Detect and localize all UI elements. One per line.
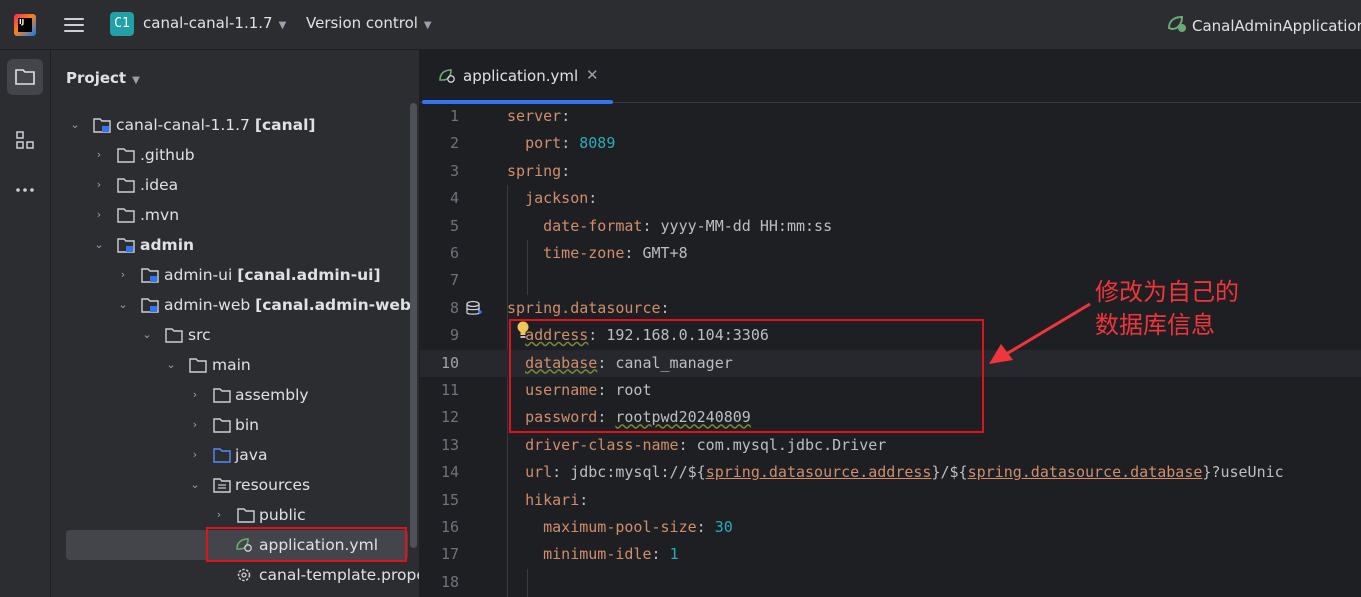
module-folder-icon [141,298,159,313]
tree-item-admin-ui[interactable]: › admin-ui [canal.admin-ui] [51,260,411,290]
tree-item-canal-root[interactable]: ⌄ canal-canal-1.1.7 [canal] [51,110,411,140]
collapsed-arrow-icon[interactable]: › [92,170,106,200]
folder-icon [165,328,183,343]
tree-item-canal-template[interactable]: canal-template.proper [51,560,419,590]
collapsed-arrow-icon[interactable]: › [116,260,130,290]
annotation-text: 修改为自己的 数据库信息 [1095,278,1239,339]
folder-icon [213,388,231,403]
tree-item-src[interactable]: ⌄ src [51,320,411,350]
resources-folder-icon [213,478,231,493]
code-line: 6 time-zone: GMT+8 [449,244,688,262]
tool-window-strip [0,50,51,597]
expanded-arrow-icon[interactable]: ⌄ [92,230,106,260]
code-line: 2 port: 8089 [449,134,616,153]
spring-yaml-icon [439,69,455,83]
tree-item-java[interactable]: › java [51,440,411,470]
code-line: 1 server: [449,107,571,125]
module-folder-icon [93,118,111,133]
tree-item-bin[interactable]: › bin [51,410,411,440]
collapsed-arrow-icon[interactable]: › [188,380,202,410]
collapsed-arrow-icon[interactable]: › [212,500,226,530]
properties-gear-icon [237,568,251,582]
more-tools-icon[interactable] [7,172,43,208]
folder-icon [237,508,255,523]
folder-icon [117,178,135,193]
expanded-arrow-icon[interactable]: ⌄ [164,350,178,380]
tree-item-mvn[interactable]: › .mvn [51,200,411,230]
collapsed-arrow-icon[interactable]: › [92,200,106,230]
chevron-down-icon: ▼ [132,75,140,86]
tree-item-admin[interactable]: ⌄ admin [51,230,411,260]
tree-item-idea[interactable]: › .idea [51,170,411,200]
project-folder-icon[interactable] [7,59,43,95]
chevron-down-icon: ▼ [423,20,432,31]
collapsed-arrow-icon[interactable]: › [188,410,202,440]
project-badge[interactable]: C1 [110,12,134,36]
tree-item-admin-web[interactable]: ⌄ admin-web [canal.admin-web] [51,290,418,320]
code-line: 3 spring: [449,161,571,180]
tree-item-public[interactable]: › public [51,500,411,530]
code-line: 4 jackson: [449,189,598,208]
expanded-arrow-icon[interactable]: ⌄ [140,320,154,350]
code-line: 16 maximum-pool-size: 30 [440,518,733,536]
project-panel: Project ▼ ⌄ canal-canal-1.1.7 [canal] › .… [51,50,420,597]
highlight-box-application-yml [206,527,407,562]
tree-item-main[interactable]: ⌄ main [51,350,411,380]
module-folder-icon [141,268,159,283]
project-selector[interactable]: canal-canal-1.1.7 ▼ [143,14,286,32]
folder-icon [189,358,207,373]
code-line: 18 [440,572,459,591]
code-line: 15 hikari: [440,490,589,509]
main-menu-icon[interactable] [64,15,84,35]
tab-application-yml[interactable]: application.yml ✕ [420,50,613,104]
code-line: 5 date-format: yyyy-MM-dd HH:mm:ss [449,216,833,235]
highlight-box-datasource [509,319,984,433]
title-bar: IJ C1 canal-canal-1.1.7 ▼ Version control… [0,0,1361,50]
close-icon[interactable]: ✕ [586,66,599,84]
module-folder-icon [117,238,135,253]
spring-boot-icon [1167,15,1186,32]
folder-icon [117,208,135,223]
structure-icon[interactable] [7,122,43,158]
editor-tab-bar: application.yml ✕ [420,50,1361,104]
folder-icon [117,148,135,163]
source-folder-icon [213,448,231,463]
intellij-logo-icon[interactable]: IJ [14,14,36,36]
code-line: 17 minimum-idle: 1 [440,545,679,564]
tree-item-assembly[interactable]: › assembly [51,380,411,410]
chevron-down-icon: ▼ [278,20,287,31]
project-panel-title[interactable]: Project ▼ [66,69,140,87]
tree-item-github[interactable]: › .github [51,140,411,170]
collapsed-arrow-icon[interactable]: › [188,440,202,470]
tree-item-resources[interactable]: ⌄ resources [51,470,411,500]
annotation-arrow [989,302,1091,364]
code-line: 13 driver-class-name: com.mysql.jdbc.Dri… [440,435,887,454]
version-control-menu[interactable]: Version control ▼ [306,14,432,32]
project-scrollbar[interactable] [410,103,417,548]
collapsed-arrow-icon[interactable]: › [92,140,106,170]
expanded-arrow-icon[interactable]: ⌄ [116,290,130,320]
folder-icon [213,418,231,433]
expanded-arrow-icon[interactable]: ⌄ [188,470,202,500]
run-configuration-selector[interactable]: CanalAdminApplication [1166,14,1361,35]
expanded-arrow-icon[interactable]: ⌄ [68,110,82,140]
database-gutter-icon[interactable] [466,300,482,318]
code-line: 14 url: jdbc:mysql://${spring.datasource… [440,463,1284,482]
